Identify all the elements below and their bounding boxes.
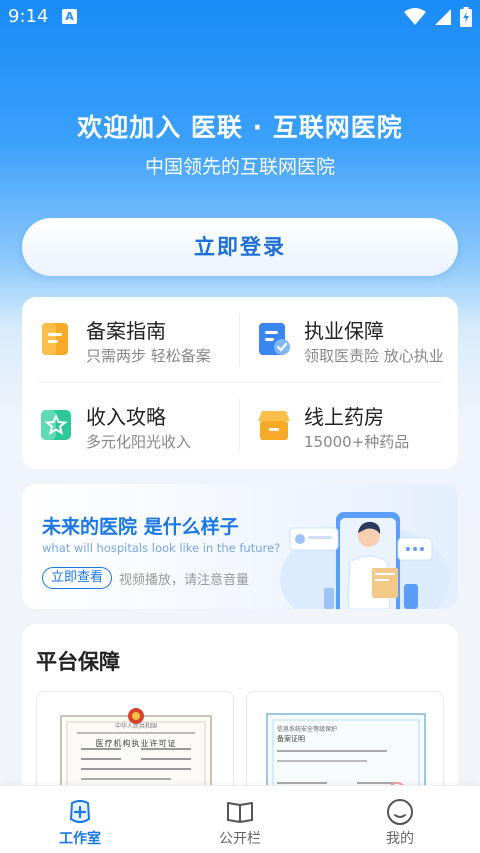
banner-note: 视频播放，请注意音量	[119, 573, 250, 588]
tab-public-board[interactable]: 公开栏	[160, 786, 320, 853]
tab-label: 公开栏	[219, 831, 261, 847]
service-title: 执业保障	[304, 319, 384, 343]
hero-title: 欢迎加入 医联 · 互联网医院	[77, 113, 403, 142]
certificate-header: 中华人民共和国	[114, 723, 157, 730]
tab-workspace[interactable]: 工作室	[0, 786, 160, 853]
watch-now-button[interactable]: 立即查看	[42, 567, 113, 589]
open-book-icon	[227, 802, 253, 823]
status-time: 9:14	[8, 6, 49, 27]
cell-signal-icon	[435, 9, 451, 25]
service-title: 备案指南	[86, 319, 166, 343]
bottom-tab-bar: 工作室 公开栏 我的	[0, 785, 480, 853]
login-button[interactable]: 立即登录	[22, 218, 458, 276]
status-icons	[404, 7, 472, 27]
service-filing-guide[interactable]: 备案指南 只需两步 轻松备案	[22, 297, 240, 383]
hero-subtitle: 中国领先的互联网医院	[144, 156, 335, 178]
tab-label: 我的	[386, 831, 414, 847]
service-subtitle: 只需两步 轻松备案	[86, 347, 211, 365]
tab-label: 工作室	[59, 831, 101, 847]
service-title: 收入攻略	[86, 405, 166, 429]
divider	[239, 399, 240, 453]
section-title: 平台保障	[36, 650, 120, 674]
certificate-header: 信息系统安全等级保护	[277, 726, 338, 733]
service-practice-protection[interactable]: 执业保障 领取医责险 放心执业	[240, 297, 458, 383]
banner-subtitle: what will hospitals look like in the fut…	[42, 541, 281, 555]
battery-icon	[460, 7, 472, 27]
star-card-icon	[41, 410, 71, 440]
divider	[38, 382, 442, 383]
app-notification-icon: A	[62, 9, 77, 24]
smiley-face-icon	[387, 799, 413, 825]
service-title: 线上药房	[304, 405, 384, 429]
status-bar: 9:14 A	[0, 0, 480, 34]
doctor-illustration	[280, 512, 450, 609]
tab-mine[interactable]: 我的	[320, 786, 480, 853]
banner-title: 未来的医院 是什么样子	[42, 516, 239, 538]
store-icon	[258, 411, 290, 440]
service-online-pharmacy[interactable]: 线上药房 15000+种药品	[240, 383, 458, 469]
divider	[239, 313, 240, 367]
wifi-icon	[404, 8, 426, 25]
certificate-name: 备案证明	[277, 735, 305, 743]
certificate-name: 医疗机构执业许可证	[95, 739, 177, 748]
plus-circle-icon	[70, 800, 90, 823]
service-subtitle: 15000+种药品	[304, 433, 410, 451]
shield-check-icon	[259, 323, 290, 355]
services-card: 备案指南 只需两步 轻松备案 执业保障 领取医责险 放心执业 收入攻略 多元化阳…	[22, 297, 458, 469]
service-income-strategy[interactable]: 收入攻略 多元化阳光收入	[22, 383, 240, 469]
service-subtitle: 多元化阳光收入	[86, 433, 192, 451]
document-icon	[42, 323, 68, 355]
service-subtitle: 领取医责险 放心执业	[304, 347, 444, 365]
future-hospital-banner[interactable]: 未来的医院 是什么样子 what will hospitals look lik…	[22, 484, 458, 609]
